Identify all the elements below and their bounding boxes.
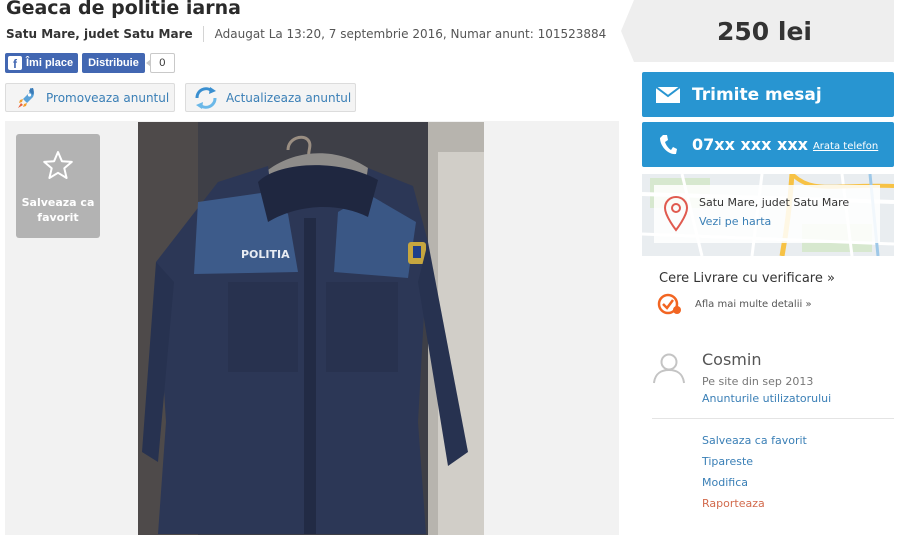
promote-ad-label: Promoveaza anuntul (46, 90, 170, 105)
facebook-like-button[interactable]: f Îmi place (5, 53, 79, 73)
phone-button[interactable]: 07xx xxx xxx Arata telefon (642, 122, 894, 167)
ad-meta: Adaugat La 13:20, 7 septembrie 2016, Num… (214, 27, 607, 41)
ad-page: Geaca de politie iarna Satu Mare, judet … (0, 0, 919, 535)
view-map-link[interactable]: Vezi pe harta (699, 215, 771, 228)
ad-photo[interactable]: POLITIA (138, 122, 484, 535)
facebook-share-label: Distribuie (88, 57, 139, 69)
facebook-icon: f (8, 56, 22, 70)
send-message-label: Trimite mesaj (692, 84, 822, 105)
phone-number: 07xx xxx xxx (692, 135, 808, 154)
user-ads-link[interactable]: Anunturile utilizatorului (702, 392, 831, 405)
edit-link[interactable]: Modifica (702, 476, 807, 497)
ad-location: Satu Mare, judet Satu Mare (6, 27, 193, 41)
update-ad-label: Actualizeaza anuntul (226, 90, 352, 105)
delivery-info-row: Afla mai multe detalii » (657, 292, 812, 316)
price-box: 250 lei (621, 0, 894, 62)
phone-icon (648, 134, 688, 156)
ad-title: Geaca de politie iarna (6, 0, 241, 19)
facebook-like-label: Îmi place (26, 57, 74, 69)
user-name: Cosmin (702, 350, 762, 369)
ad-actions: Salveaza ca favorit Tipareste Modifica R… (702, 434, 807, 518)
promote-ad-button[interactable]: Promoveaza anuntul (5, 83, 175, 112)
rocket-icon (12, 84, 40, 112)
map-location-label: Satu Mare, judet Satu Mare (699, 196, 850, 209)
send-message-button[interactable]: Trimite mesaj (642, 72, 894, 117)
map-location-card: Satu Mare, judet Satu Mare Vezi pe harta (654, 185, 880, 243)
share-count: 0 (145, 53, 175, 73)
refresh-icon (192, 84, 220, 112)
ad-subheader: Satu Mare, judet Satu Mare Adaugat La 13… (6, 26, 606, 42)
envelope-icon (648, 85, 688, 104)
user-member-since: Pe site din sep 2013 (702, 375, 814, 388)
save-favorite-button[interactable]: Salveaza ca favorit (16, 134, 100, 238)
photo-label: POLITIA (241, 248, 290, 261)
star-icon (43, 151, 73, 179)
report-link[interactable]: Raporteaza (702, 497, 807, 518)
save-favorite-label: Salveaza ca favorit (21, 196, 95, 224)
delivery-check-icon (657, 293, 681, 315)
subheader-divider (202, 26, 204, 42)
social-bar: f Îmi place Distribuie 0 (5, 53, 175, 73)
map-pin-icon (664, 196, 688, 232)
delivery-info-link[interactable]: Afla mai multe detalii » (695, 299, 812, 310)
ad-price: 250 lei (717, 16, 812, 46)
save-favorite-link[interactable]: Salveaza ca favorit (702, 434, 807, 455)
delivery-title-link[interactable]: Cere Livrare cu verificare » (659, 271, 835, 286)
show-phone-link[interactable]: Arata telefon (813, 141, 878, 152)
location-map[interactable]: Satu Mare, judet Satu Mare Vezi pe harta (642, 174, 894, 256)
photo-gallery: Salveaza ca favorit POLITIA (5, 121, 619, 535)
update-ad-button[interactable]: Actualizeaza anuntul (185, 83, 356, 112)
sidebar-divider (652, 418, 894, 419)
facebook-share-button[interactable]: Distribuie (82, 53, 145, 73)
user-icon (653, 353, 685, 384)
print-link[interactable]: Tipareste (702, 455, 807, 476)
